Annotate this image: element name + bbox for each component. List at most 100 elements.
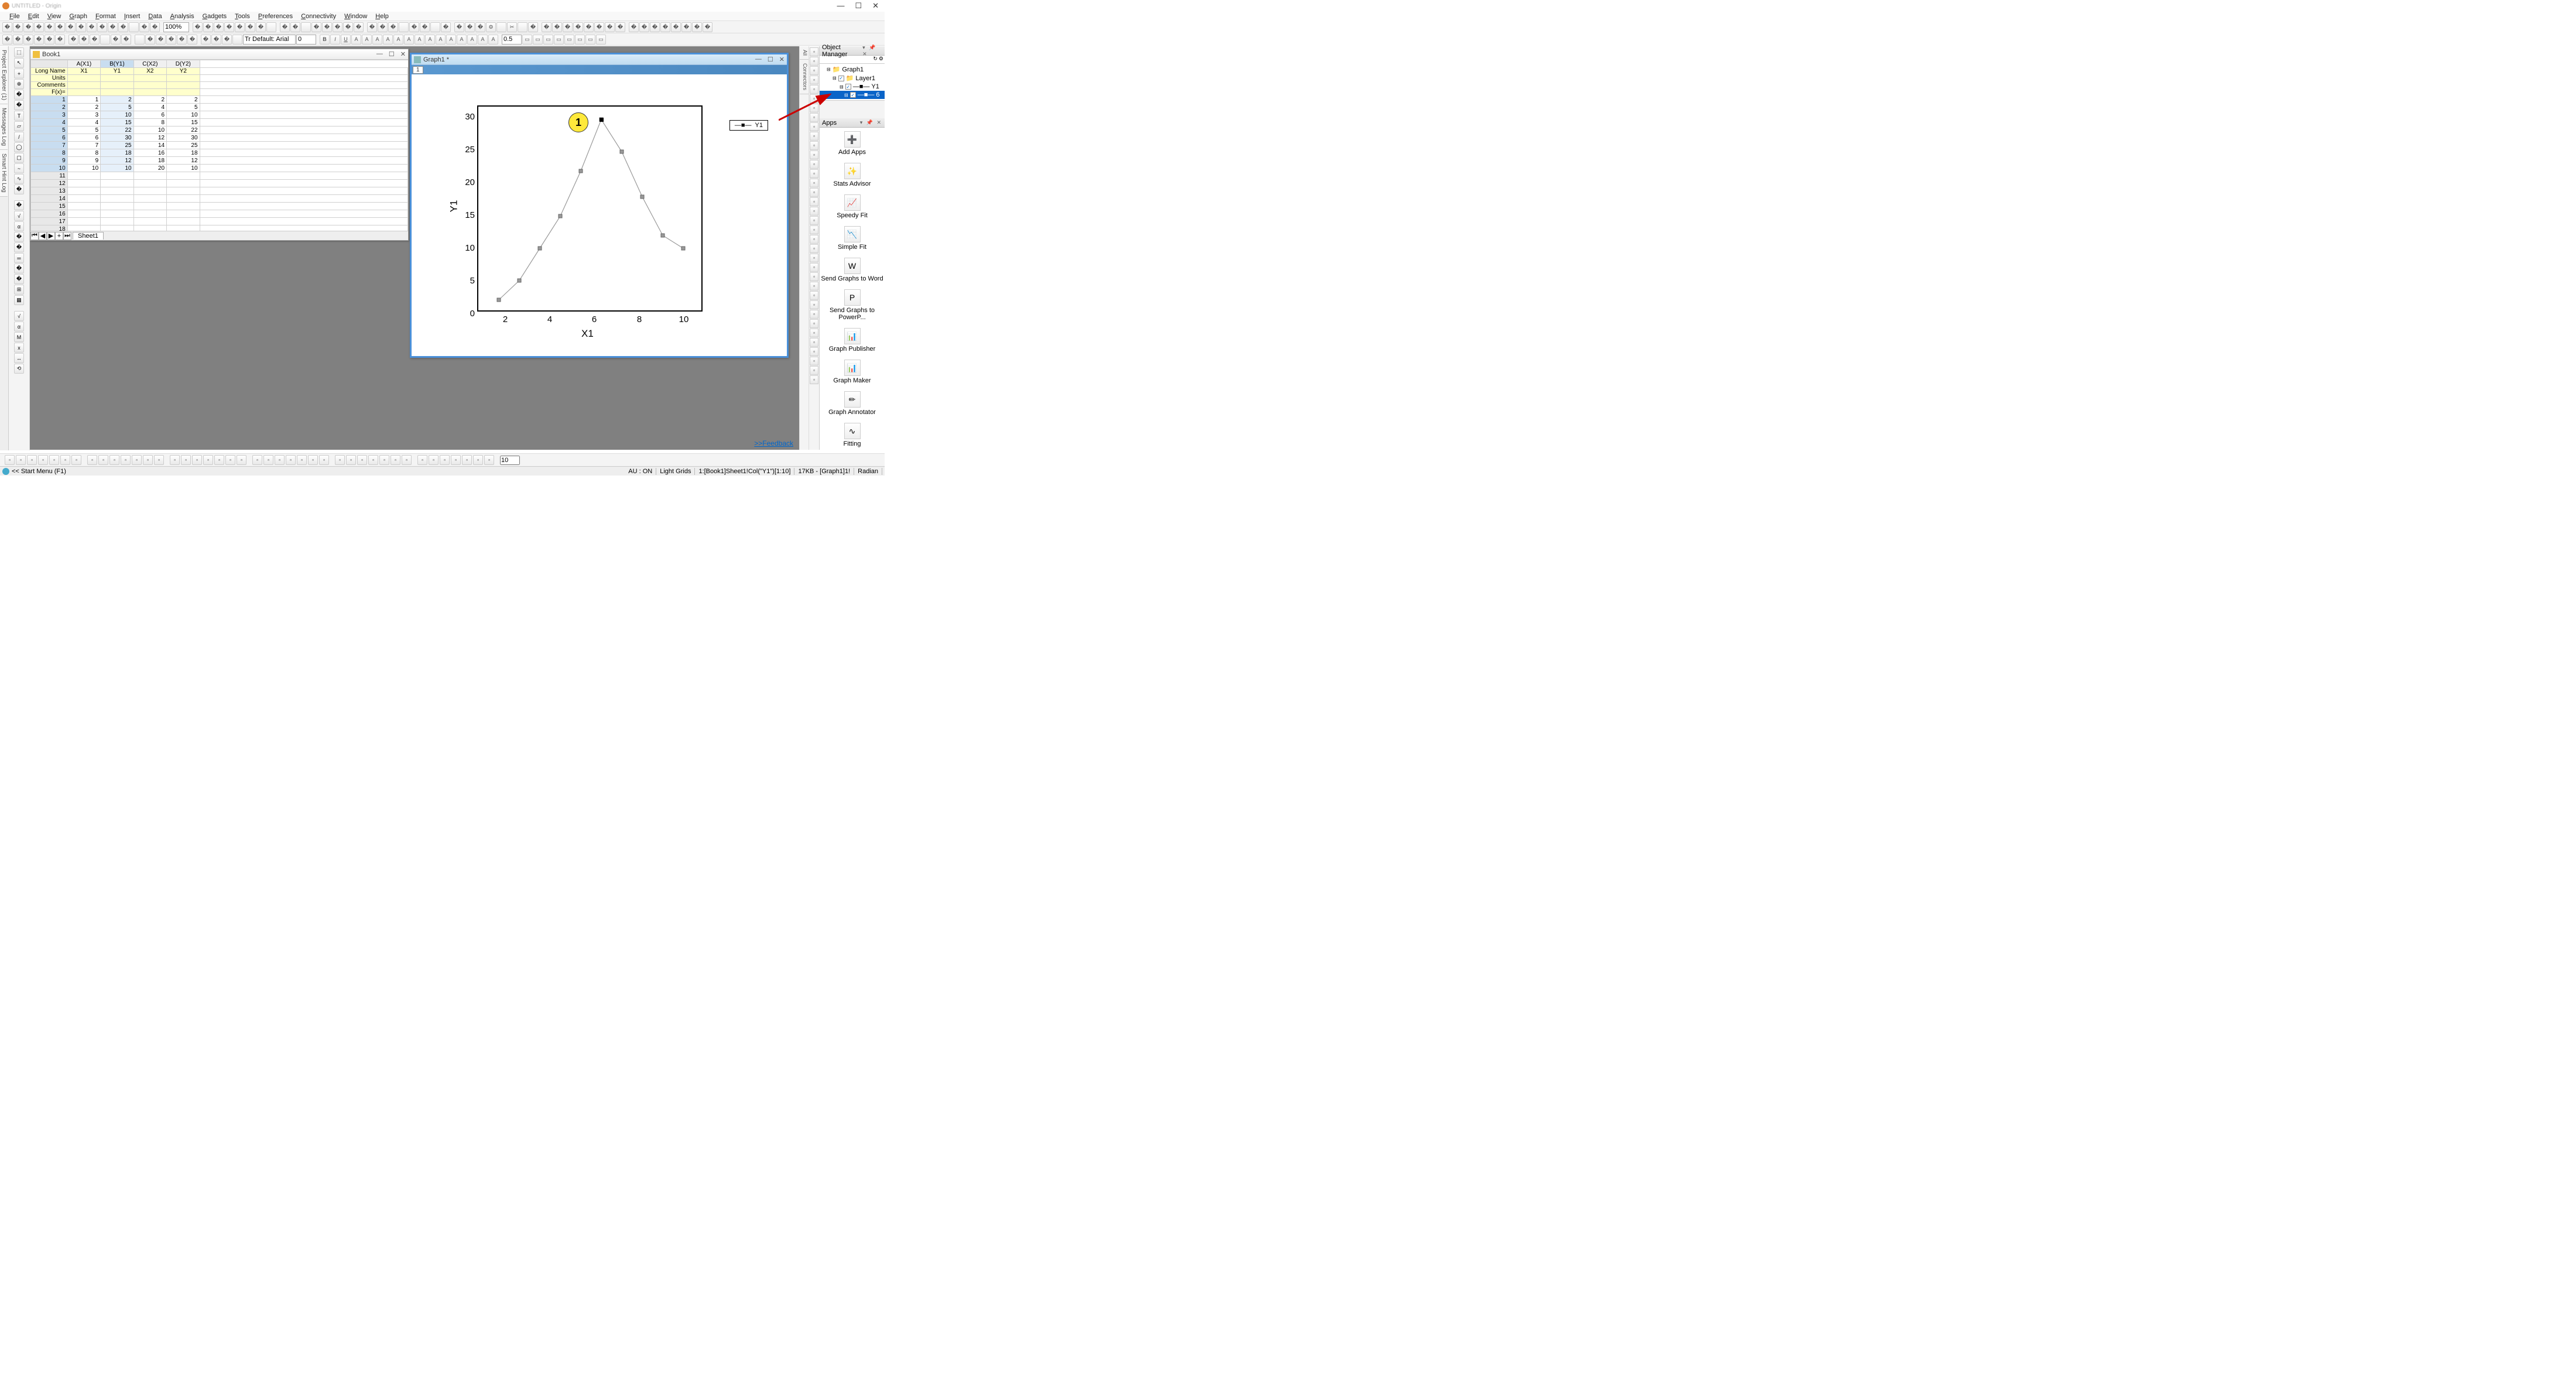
rtool-btn-28[interactable]: ▫ [810,310,818,319]
bbar-btn-37[interactable]: ▫ [440,455,450,465]
feedback-link[interactable]: >>Feedback [754,439,793,447]
bbar-btn-16[interactable]: ▫ [192,455,202,465]
rtool-btn-3[interactable]: ▫ [810,76,818,84]
cell[interactable]: 18 [101,149,133,157]
tb1-btn2-22[interactable]: ️ [430,22,440,32]
row-header[interactable]: 4 [31,119,68,126]
tb2-btn-7[interactable]: � [79,35,89,45]
cell[interactable]: 30 [101,134,133,142]
data-point[interactable] [620,150,624,153]
bbar-btn-9[interactable]: ▫ [109,455,119,465]
rtool-btn-8[interactable]: ▫ [810,122,818,131]
rtool-btn-6[interactable]: ▫ [810,104,818,112]
tb1-btn2-45[interactable]: � [681,22,691,32]
app-add-apps[interactable]: ➕Add Apps [820,128,885,159]
tb2-btn-3[interactable]: � [34,35,44,45]
bbar-btn-17[interactable]: ▫ [203,455,213,465]
cell[interactable]: 7 [67,142,100,149]
cell[interactable]: 10 [101,165,133,172]
vtool-btn-8[interactable]: / [14,132,24,142]
tb1-btn-12[interactable]: ️ [129,22,139,32]
vtool-btn-22[interactable]: ⊞ [14,285,24,295]
tb1-btn2-43[interactable]: � [660,22,670,32]
tb1-btn2-26[interactable]: � [475,22,485,32]
bbar-btn-7[interactable]: ▫ [87,455,97,465]
status-icon[interactable] [2,468,9,475]
vtool-btn-3[interactable]: ⊕ [14,79,24,89]
bbar-btn-4[interactable]: ▫ [49,455,59,465]
bbar-btn-31[interactable]: ▫ [368,455,378,465]
tb1-btn2-46[interactable]: � [692,22,702,32]
tb2-btn-18[interactable]: � [201,35,211,45]
graph-page-tab[interactable]: 1 [413,66,423,74]
rtool-btn-18[interactable]: ▫ [810,216,818,225]
menu-preferences[interactable]: Preferences [255,13,296,20]
tb2-btn4-0[interactable]: ▭ [522,35,532,45]
tb2-btn3-7[interactable]: A [425,35,435,45]
vtool-btn-21[interactable]: � [14,274,24,284]
bbar-btn-19[interactable]: ▫ [225,455,235,465]
rtool-btn-19[interactable]: ▫ [810,225,818,234]
cell[interactable]: 5 [101,104,133,111]
menu-window[interactable]: Window [341,13,371,20]
rtool-btn-7[interactable]: ▫ [810,113,818,122]
tb2-btn3-12[interactable]: A [478,35,488,45]
bbar-btn-12[interactable]: ▫ [143,455,153,465]
tb2-btn4-2[interactable]: ▭ [543,35,553,45]
bbar-btn-2[interactable]: ▫ [27,455,37,465]
tb2-btn4-5[interactable]: ▭ [575,35,585,45]
tb1-btn2-42[interactable]: � [650,22,660,32]
rtool-btn-11[interactable]: ▫ [810,151,818,159]
bbar-btn-32[interactable]: ▫ [379,455,389,465]
row-header[interactable]: 1 [31,96,68,104]
checkbox-icon[interactable]: ✓ [838,76,844,81]
bbar-btn-20[interactable]: ▫ [237,455,246,465]
col-header[interactable]: A(X1) [67,60,100,68]
vtool-btn-7[interactable]: ▱ [14,121,24,131]
rtool-btn-24[interactable]: ▫ [810,272,818,281]
vtool-btn-0[interactable]: ⬚ [14,47,24,57]
cell[interactable]: 25 [101,142,133,149]
app-fitting[interactable]: ∿Fitting [820,419,885,451]
cell[interactable]: 30 [167,134,200,142]
bbar-btn-30[interactable]: ▫ [357,455,367,465]
tb2-btn-9[interactable]: ️ [100,35,110,45]
cell[interactable]: 4 [133,104,166,111]
cell[interactable]: 15 [101,119,133,126]
tb2-btn-5[interactable]: � [55,35,65,45]
tb1-btn2-33[interactable]: � [552,22,562,32]
plot-area[interactable]: Y1 X1 051015202530 246810 —■— Y1 1 [412,74,787,356]
bbar-btn-0[interactable]: ▫ [5,455,15,465]
menu-format[interactable]: Format [92,13,119,20]
side-tab-connectors[interactable]: Connectors [800,60,809,94]
cell[interactable]: 2 [67,104,100,111]
tb1-btn2-5[interactable]: � [245,22,255,32]
workbook-window[interactable]: Book1 — ☐ ✕ A(X1)B(Y1)C(X2)D(Y2)Long Nam… [30,49,409,241]
tb1-btn2-27[interactable]: ⚙ [486,22,496,32]
om-refresh-icon[interactable]: ↻ [873,56,878,63]
rtool-btn-2[interactable]: ▫ [810,66,818,75]
font-combo[interactable] [243,35,296,45]
close-button[interactable]: ✕ [872,1,879,11]
tb2-btn3-13[interactable]: A [488,35,498,45]
linewidth-combo[interactable] [502,35,522,45]
app-send-graphs-to-word[interactable]: WSend Graphs to Word [820,254,885,286]
bbar-btn-11[interactable]: ▫ [132,455,142,465]
tb1-btn2-6[interactable]: � [256,22,266,32]
bbar-btn-22[interactable]: ▫ [263,455,273,465]
rtool-btn-30[interactable]: ▫ [810,329,818,337]
app-graph-maker[interactable]: 📊Graph Maker [820,356,885,388]
bbar-btn-40[interactable]: ▫ [473,455,483,465]
graph-titlebar[interactable]: Graph1 * — ☐ ✕ [412,54,787,65]
bbar-btn-26[interactable]: ▫ [308,455,318,465]
bbar-btn-35[interactable]: ▫ [417,455,427,465]
menu-tools[interactable]: Tools [231,13,254,20]
vtool-btn-16[interactable]: α [14,221,24,231]
tb1-btn2-11[interactable]: � [311,22,321,32]
apps-header[interactable]: Apps ▾ 📌 ✕ [820,118,885,128]
tb1-btn2-14[interactable]: � [343,22,353,32]
workbook-titlebar[interactable]: Book1 — ☐ ✕ [30,49,408,60]
tb1-btn-1[interactable]: � [13,22,23,32]
cell[interactable]: 16 [133,149,166,157]
menu-analysis[interactable]: Analysis [167,13,198,20]
